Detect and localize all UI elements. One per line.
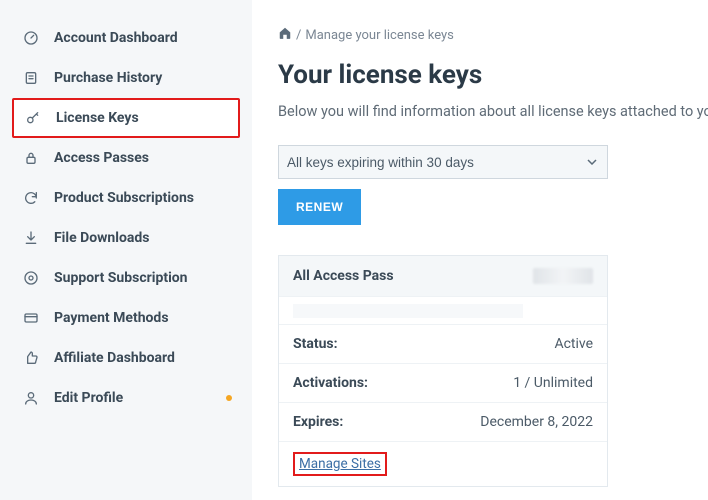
row-label: Status: — [293, 336, 338, 352]
sidebar-item-file-downloads[interactable]: File Downloads — [12, 218, 240, 258]
sidebar-item-label: Affiliate Dashboard — [54, 350, 175, 366]
sidebar-item-account-dashboard[interactable]: Account Dashboard — [12, 18, 240, 58]
row-label: Expires: — [293, 414, 343, 430]
sidebar-item-label: Access Passes — [54, 150, 149, 166]
license-key-row — [279, 296, 607, 324]
license-row-activations: Activations: 1 / Unlimited — [279, 363, 607, 402]
sidebar-item-affiliate-dashboard[interactable]: Affiliate Dashboard — [12, 338, 240, 378]
page-title: Your license keys — [278, 60, 708, 90]
key-icon — [22, 110, 44, 126]
manage-sites-link[interactable]: Manage Sites — [293, 452, 387, 476]
row-label: Activations: — [293, 375, 368, 391]
row-value: Active — [554, 336, 593, 352]
row-value: December 8, 2022 — [480, 414, 593, 430]
sidebar-item-edit-profile[interactable]: Edit Profile — [12, 378, 240, 418]
license-row-expires: Expires: December 8, 2022 — [279, 402, 607, 441]
row-value: 1 / Unlimited — [513, 375, 593, 391]
sidebar-item-label: Support Subscription — [54, 270, 188, 286]
license-actions-row: Manage Sites — [279, 441, 607, 486]
sidebar-item-payment-methods[interactable]: Payment Methods — [12, 298, 240, 338]
refresh-icon — [20, 190, 42, 206]
thumbs-up-icon — [20, 350, 42, 366]
breadcrumb-current: Manage your license keys — [305, 28, 454, 43]
breadcrumb: / Manage your license keys — [278, 26, 708, 44]
user-icon — [20, 390, 42, 406]
license-row-status: Status: Active — [279, 324, 607, 363]
expiry-filter-select[interactable]: All keys expiring within 30 days — [278, 145, 608, 179]
sidebar-item-label: Payment Methods — [54, 310, 169, 326]
home-icon[interactable] — [278, 26, 292, 44]
sidebar-item-label: Product Subscriptions — [54, 190, 194, 206]
sidebar-item-purchase-history[interactable]: Purchase History — [12, 58, 240, 98]
sidebar-item-access-passes[interactable]: Access Passes — [12, 138, 240, 178]
page-description: Below you will find information about al… — [278, 100, 708, 123]
sidebar-item-support-subscription[interactable]: Support Subscription — [12, 258, 240, 298]
license-name: All Access Pass — [293, 268, 394, 284]
sidebar: Account Dashboard Purchase History Licen… — [0, 0, 252, 500]
receipt-icon — [20, 70, 42, 86]
sidebar-item-product-subscriptions[interactable]: Product Subscriptions — [12, 178, 240, 218]
renew-button[interactable]: RENEW — [278, 189, 361, 225]
main-content: / Manage your license keys Your license … — [252, 0, 708, 500]
sidebar-item-license-keys[interactable]: License Keys — [12, 98, 240, 138]
download-icon — [20, 230, 42, 246]
redacted-text — [293, 304, 523, 318]
lock-icon — [20, 150, 42, 166]
breadcrumb-sep: / — [296, 28, 301, 43]
license-card-header: All Access Pass — [279, 256, 607, 296]
sidebar-item-label: File Downloads — [54, 230, 149, 246]
dashboard-icon — [20, 30, 42, 46]
notification-dot — [226, 395, 232, 401]
credit-card-icon — [20, 310, 42, 326]
support-icon — [20, 270, 42, 286]
sidebar-item-label: Edit Profile — [54, 390, 123, 406]
sidebar-item-label: Purchase History — [54, 70, 162, 86]
sidebar-item-label: Account Dashboard — [54, 30, 178, 46]
sidebar-item-label: License Keys — [56, 110, 139, 126]
license-card: All Access Pass Status: Active Activatio… — [278, 255, 608, 487]
license-key-redacted — [533, 268, 593, 284]
